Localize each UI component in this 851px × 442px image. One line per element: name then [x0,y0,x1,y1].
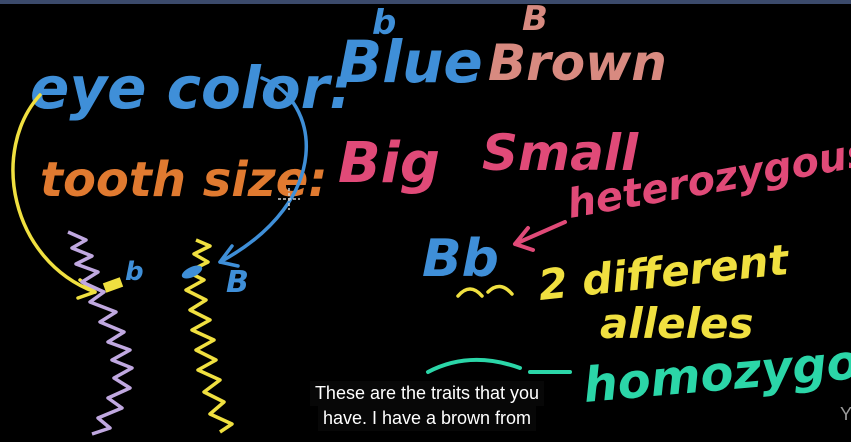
heterozygous-arrow [513,220,567,252]
channel-watermark[interactable]: Y [840,404,851,425]
chromosome-right-allele: B [226,265,249,300]
caption-line-2: have. I have a brown from [317,406,537,431]
video-frame[interactable]: b B eye color: Blue Brown tooth size: Bi… [0,0,851,442]
genotype-bb: Bb [422,229,499,289]
different-alleles-line2: alleles [600,299,754,348]
tooth-trait-big: Big [338,131,440,196]
homozygous-partial-notes [426,358,572,374]
chromosome-left [67,230,134,436]
blackboard: b B eye color: Blue Brown tooth size: Bi… [11,0,851,436]
eye-color-label: eye color: [30,54,352,122]
chromosome-left-allele-mark [102,277,124,293]
caption-line-1: These are the traits that you [309,381,545,406]
subtitle-caption: These are the traits that you have. I ha… [287,381,567,431]
eye-trait-brown: Brown [488,34,667,92]
eye-trait-blue: Blue [338,28,483,96]
chromosome-left-allele: b [125,257,144,287]
